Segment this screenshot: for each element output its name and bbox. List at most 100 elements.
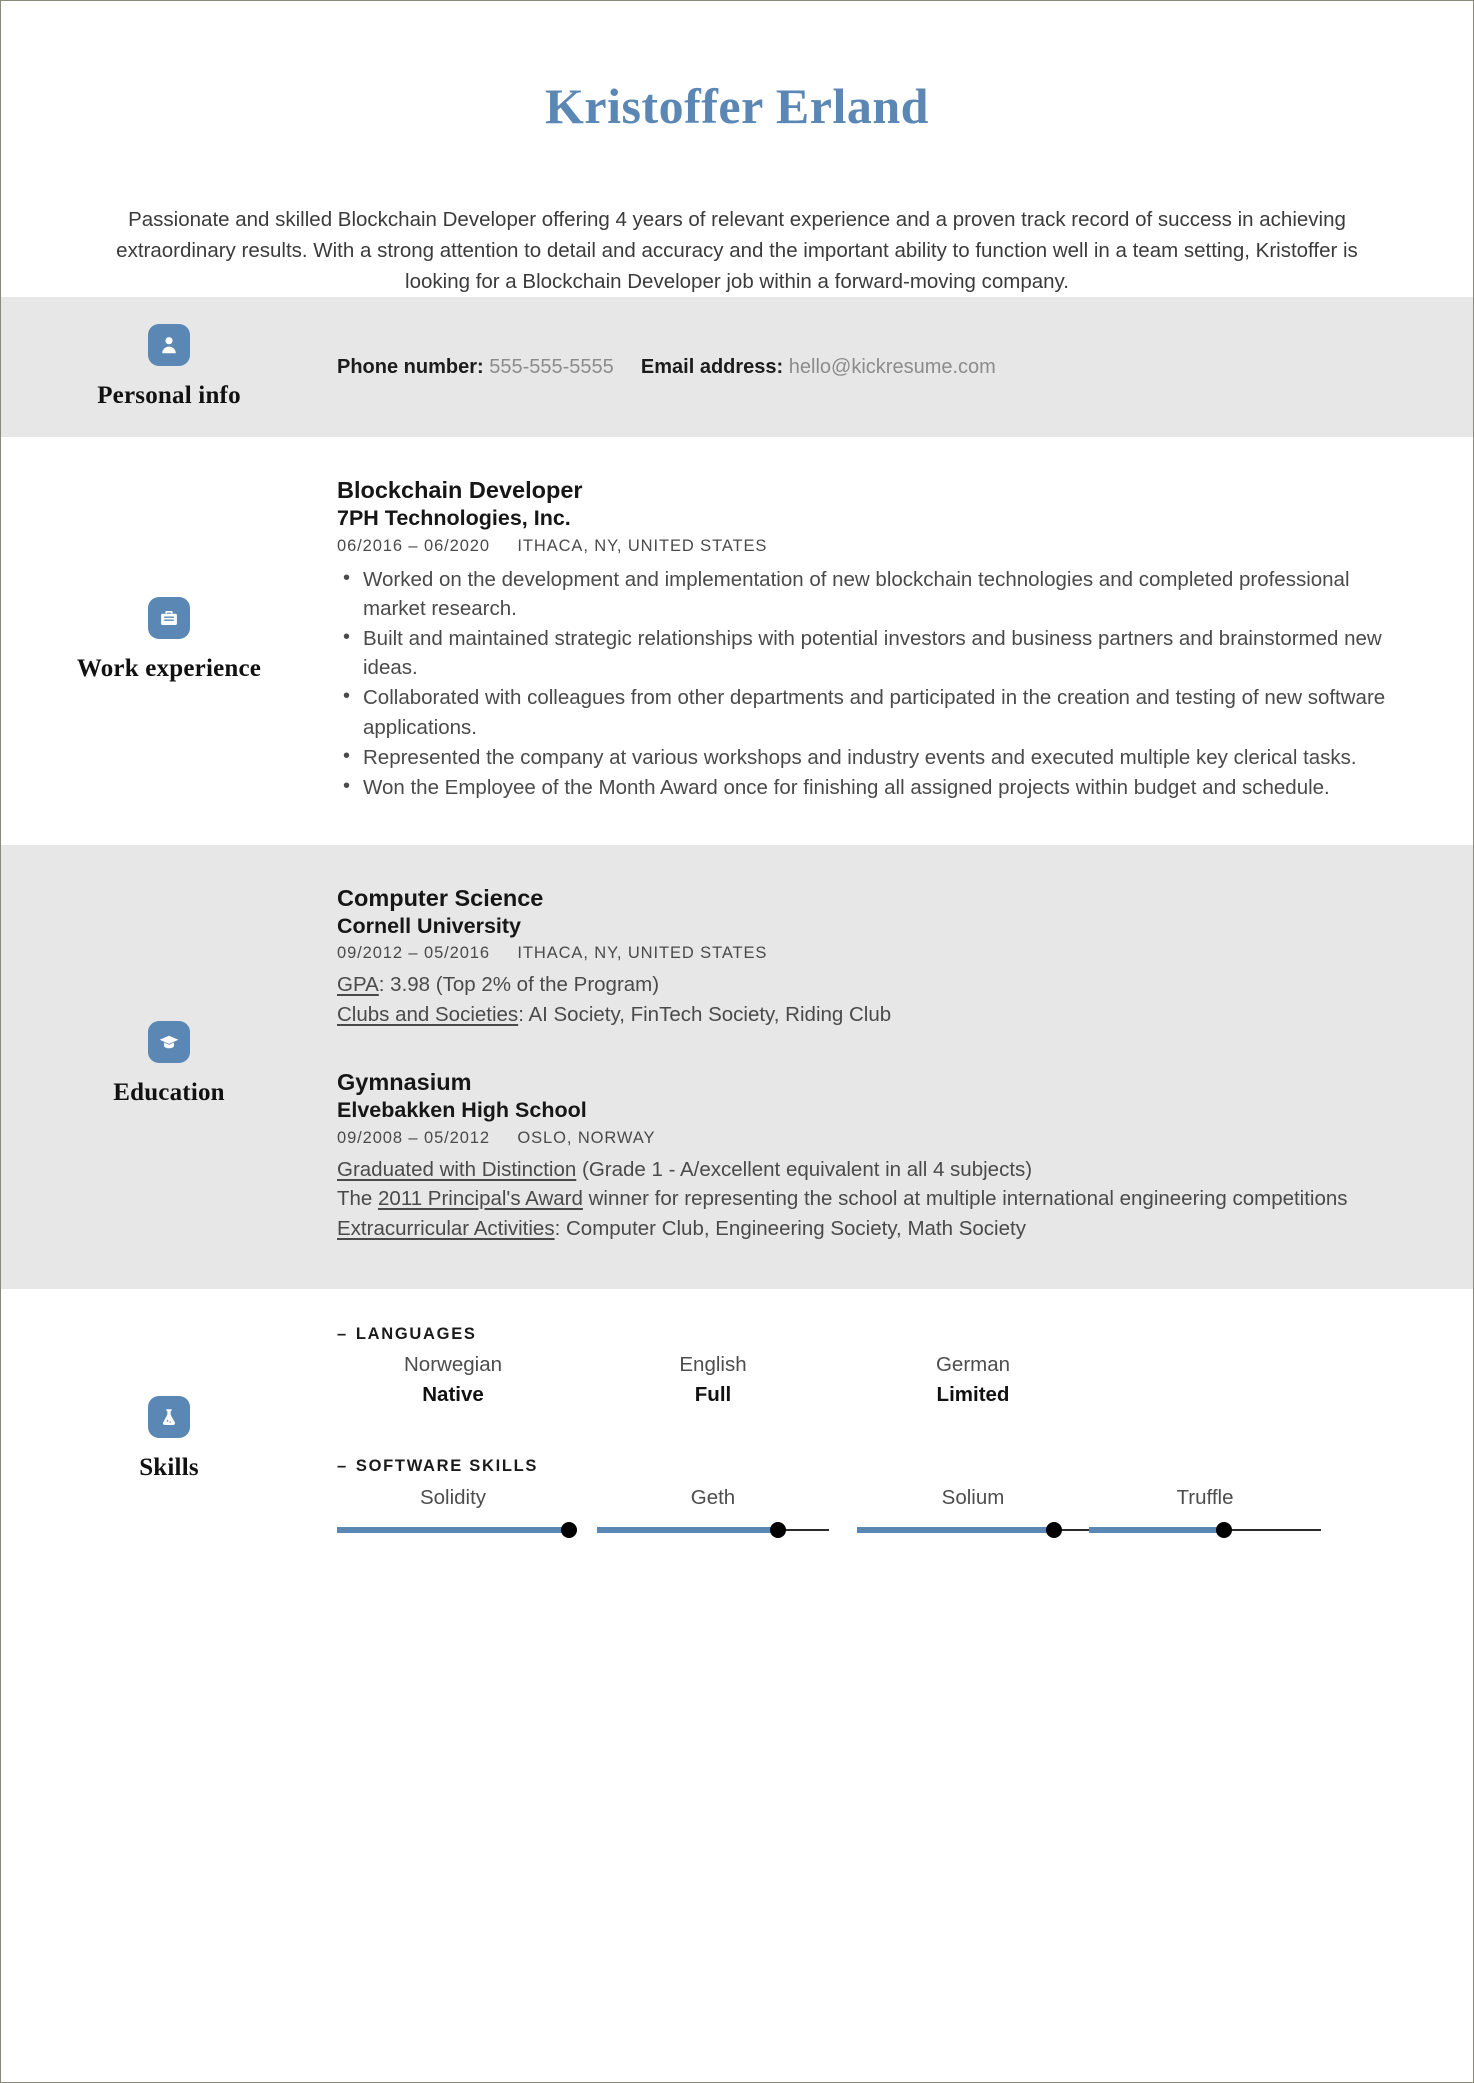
skill-slider-fill — [1089, 1526, 1224, 1533]
education-note-value: (Grade 1 - A/excellent equivalent in all… — [576, 1157, 1033, 1181]
section-sidebar-work-experience: Work experience — [1, 477, 337, 802]
work-entry: Blockchain Developer 7PH Technologies, I… — [337, 477, 1413, 801]
skill-slider[interactable] — [337, 1522, 577, 1539]
language-level: Native — [422, 1383, 484, 1407]
list-item: Collaborated with colleagues from other … — [337, 682, 1413, 741]
resume-header: Kristoffer Erland Passionate and skilled… — [1, 1, 1473, 297]
skill-name: Solium — [941, 1485, 1005, 1509]
education-location: OSLO, NORWAY — [517, 1128, 656, 1147]
skill-name: Truffle — [1176, 1485, 1234, 1509]
skill-item: Solidity — [337, 1484, 577, 1539]
education-note: Clubs and Societies: AI Society, FinTech… — [337, 1000, 1413, 1030]
school-name: Elvebakken High School — [337, 1098, 587, 1123]
education-note-value: : 3.98 (Top 2% of the Program) — [378, 973, 660, 997]
skill-item: Truffle — [1089, 1484, 1321, 1539]
degree-title: Computer Science — [337, 884, 544, 911]
section-sidebar-personal-info: Personal info — [1, 297, 337, 437]
skill-slider-fill — [597, 1526, 778, 1533]
email-value: hello@kickresume.com — [788, 355, 996, 378]
education-dates: 09/2012 – 05/2016 — [337, 944, 490, 963]
education-meta: 09/2008 – 05/2012 OSLO, NORWAY — [337, 1129, 1413, 1148]
email-label: Email address: — [640, 355, 784, 378]
group-title-text: SOFTWARE SKILLS — [355, 1456, 539, 1475]
page-title: Kristoffer Erland — [545, 78, 929, 134]
phone-label: Phone number: — [337, 355, 484, 378]
group-dash: – — [337, 1456, 348, 1475]
contact-line: Phone number: 555-555-5555 Email address… — [337, 356, 996, 379]
graduation-cap-icon — [148, 1021, 190, 1064]
skill-group-title: – SOFTWARE SKILLS — [337, 1457, 1413, 1476]
section-label-education: Education — [113, 1079, 225, 1107]
profile-summary: Passionate and skilled Blockchain Develo… — [108, 204, 1366, 297]
skill-slider-fill — [337, 1526, 569, 1533]
list-item: Represented the company at various works… — [337, 742, 1413, 772]
education-note-value: : Computer Club, Engineering Society, Ma… — [554, 1216, 1026, 1240]
language-item: Norwegian Native — [337, 1352, 569, 1408]
skill-slider-fill — [857, 1526, 1055, 1533]
skill-item: Geth — [597, 1484, 829, 1539]
school-name: Cornell University — [337, 913, 521, 938]
skill-slider-knob[interactable] — [1046, 1522, 1063, 1539]
skill-slider[interactable] — [857, 1522, 1089, 1539]
skill-slider-knob[interactable] — [769, 1522, 786, 1539]
section-body-education: Computer Science Cornell University 09/2… — [337, 885, 1473, 1244]
skill-slider-knob[interactable] — [561, 1522, 577, 1539]
profile-summary-text: Passionate and skilled Blockchain Develo… — [116, 208, 1358, 294]
group-dash: – — [337, 1325, 348, 1344]
education-note: Extracurricular Activities: Computer Clu… — [337, 1214, 1413, 1244]
education-note-value: : AI Society, FinTech Society, Riding Cl… — [518, 1002, 892, 1026]
education-note-key: Extracurricular Activities — [337, 1216, 555, 1240]
section-skills: Skills – LANGUAGES Norwegian Native Engli… — [1, 1289, 1473, 1623]
education-note-key: GPA — [337, 973, 379, 997]
education-dates: 09/2008 – 05/2012 — [337, 1128, 490, 1147]
section-body-skills: – LANGUAGES Norwegian Native English Full… — [337, 1325, 1473, 1552]
person-icon — [147, 324, 190, 367]
language-name: German — [935, 1353, 1011, 1377]
education-note-prefix: The — [337, 1187, 379, 1211]
skill-item: Solium — [857, 1484, 1089, 1539]
section-label-skills: Skills — [139, 1453, 199, 1481]
software-skills-grid: Solidity Geth Solium Truffle — [337, 1484, 1413, 1553]
education-note: Graduated with Distinction (Grade 1 - A/… — [337, 1155, 1413, 1185]
skill-slider-knob[interactable] — [1215, 1522, 1232, 1539]
education-note-key: Graduated with Distinction — [337, 1157, 577, 1181]
language-name: Norwegian — [404, 1353, 502, 1377]
language-level: Limited — [936, 1383, 1010, 1407]
degree-title: Gymnasium — [337, 1069, 472, 1096]
skill-group-languages: – LANGUAGES Norwegian Native English Full… — [337, 1325, 1413, 1422]
language-item: German Limited — [857, 1352, 1089, 1408]
list-item: Won the Employee of the Month Award once… — [337, 772, 1413, 802]
education-note-value: winner for representing the school at mu… — [582, 1187, 1348, 1211]
education-note-key: Clubs and Societies — [337, 1002, 519, 1026]
job-title: Blockchain Developer — [337, 477, 583, 504]
section-label-work-experience: Work experience — [76, 655, 262, 683]
company-name: 7PH Technologies, Inc. — [337, 506, 571, 531]
education-meta: 09/2012 – 05/2016 ITHACA, NY, UNITED STA… — [337, 944, 1413, 963]
section-sidebar-education: Education — [1, 885, 337, 1244]
section-body-work-experience: Blockchain Developer 7PH Technologies, I… — [337, 477, 1473, 802]
education-entry: Gymnasium Elvebakken High School 09/2008… — [337, 1069, 1413, 1243]
language-item: English Full — [597, 1352, 829, 1408]
skill-slider[interactable] — [1089, 1522, 1321, 1539]
job-location: ITHACA, NY, UNITED STATES — [517, 536, 768, 555]
flask-icon — [147, 1395, 190, 1438]
job-bullet-list: Worked on the development and implementa… — [337, 564, 1413, 802]
education-note: The 2011 Principal's Award winner for re… — [337, 1184, 1413, 1214]
list-item: Built and maintained strategic relations… — [337, 623, 1413, 682]
education-location: ITHACA, NY, UNITED STATES — [517, 944, 768, 963]
language-level: Full — [694, 1383, 732, 1407]
skill-name: Geth — [690, 1485, 736, 1509]
briefcase-icon — [147, 597, 190, 640]
list-item: Worked on the development and implementa… — [337, 564, 1413, 623]
skill-group-title: – LANGUAGES — [337, 1325, 1413, 1344]
education-note-key: 2011 Principal's Award — [378, 1187, 583, 1211]
section-sidebar-skills: Skills — [1, 1325, 337, 1552]
skill-group-software: – SOFTWARE SKILLS Solidity Geth Solium T… — [337, 1457, 1413, 1553]
section-body-personal-info: Phone number: 555-555-5555 Email address… — [337, 297, 1473, 437]
section-personal-info: Personal info Phone number: 555-555-5555… — [1, 297, 1473, 438]
section-work-experience: Work experience Blockchain Developer 7PH… — [1, 437, 1473, 845]
skill-slider[interactable] — [597, 1522, 829, 1539]
section-label-personal-info: Personal info — [97, 382, 241, 410]
phone-value: 555-555-5555 — [489, 355, 614, 378]
education-note: GPA: 3.98 (Top 2% of the Program) — [337, 970, 1413, 1000]
